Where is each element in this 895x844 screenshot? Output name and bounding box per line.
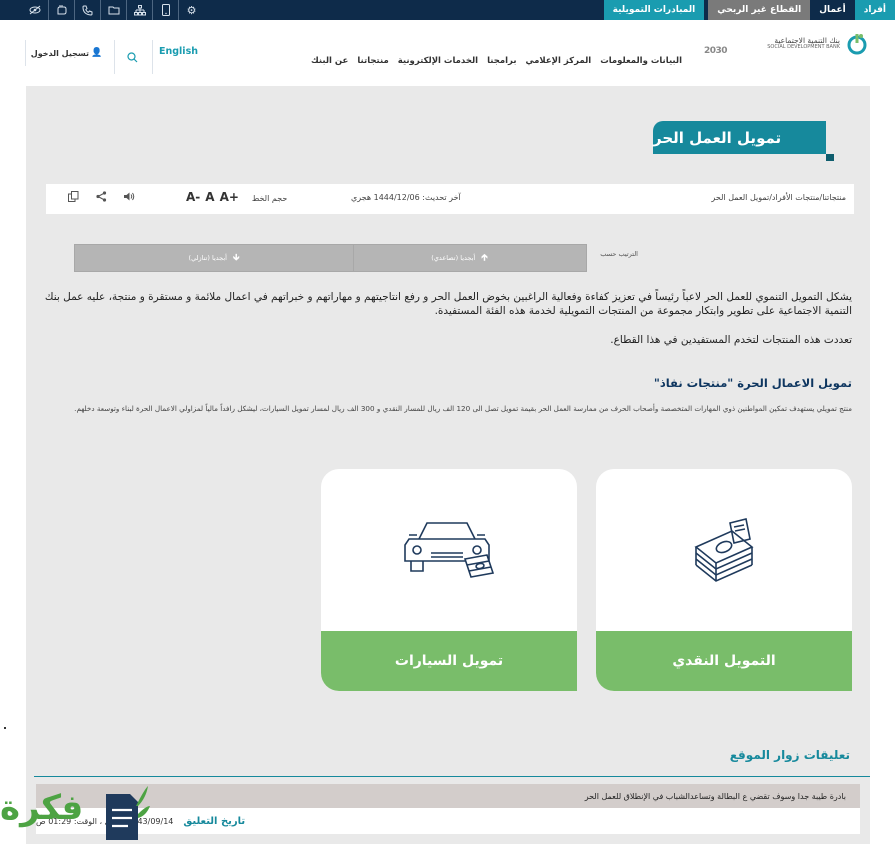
car-financing-card[interactable]: تمويل السيارات xyxy=(321,469,577,691)
card-footer: التمويل النقدي xyxy=(596,631,852,691)
font-decrease-button[interactable]: A- xyxy=(186,190,200,204)
nav-media-center[interactable]: المركز الإعلامي xyxy=(526,56,592,66)
car-financing-label: تمويل السيارات xyxy=(394,653,504,669)
main-nav: عن البنك منتجاتنا الخدمات الإلكترونية بر… xyxy=(311,56,682,66)
intro-paragraph-2: تعددت هذه المنتجات لتخدم المستفيدين في ه… xyxy=(610,334,852,346)
mobile-icon[interactable] xyxy=(152,0,178,20)
page-toolbar: منتجاتنا/منتجات الأفراد/تمويل العمل الحر… xyxy=(46,184,854,214)
login-button[interactable]: 👤 تسجيل الدخول xyxy=(25,40,107,66)
tab-financing-initiatives[interactable]: المبادرات التمويلية xyxy=(603,0,705,20)
search-icon xyxy=(127,51,138,62)
vision-2030-logo: 2030 xyxy=(703,46,728,56)
comment-meta: تاريخ التعليق 1443/09/14 هجري ، الوقت: 0… xyxy=(36,808,860,834)
logo-name-en: SOCIAL DEVELOPMENT BANK xyxy=(767,44,840,51)
section-title: تمويل الاعمال الحرة "منتجات نفاذ" xyxy=(653,376,852,390)
sort-label: الترتيب حسب xyxy=(600,250,638,258)
user-icon: 👤 xyxy=(91,48,103,58)
comment-date-label: تاريخ التعليق xyxy=(183,815,246,827)
content-panel: تمويل العمل الحر منتجاتنا/منتجات الأفراد… xyxy=(26,86,870,844)
tab-afrad[interactable]: أفراد xyxy=(854,0,895,20)
arrow-up-icon: 🡱 xyxy=(481,253,488,263)
nav-data-information[interactable]: البيانات والمعلومات xyxy=(600,56,682,66)
sort-ascending-label: أبجديا (تصاعدي) xyxy=(431,254,476,262)
gear-icon[interactable]: ⚙ xyxy=(178,0,204,20)
font-size-controls: A- A A+ حجم الخط xyxy=(186,190,287,204)
login-label: تسجيل الدخول xyxy=(30,48,89,58)
cash-financing-card[interactable]: التمويل النقدي xyxy=(596,469,852,691)
site-header: بنك التنمية الاجتماعية SOCIAL DEVELOPMEN… xyxy=(0,20,895,86)
font-size-label: حجم الخط xyxy=(251,194,288,203)
breadcrumb[interactable]: منتجاتنا/منتجات الأفراد/تمويل العمل الحر xyxy=(711,193,846,202)
cash-financing-label: التمويل النقدي xyxy=(672,653,776,669)
last-updated: آخر تحديث: 1444/12/06 هجري xyxy=(351,193,461,202)
stray-dot xyxy=(4,727,6,729)
font-increase-button[interactable]: A+ xyxy=(220,190,239,204)
nav-e-services[interactable]: الخدمات الإلكترونية xyxy=(398,56,478,66)
sort-ascending-button[interactable]: 🡱 أبجديا (تصاعدي) xyxy=(332,244,587,272)
accessibility-icons: ⚙ xyxy=(22,0,204,20)
comments-title: تعليقات زوار الموقع xyxy=(729,748,850,762)
watermark-logo: فكرة xyxy=(0,782,152,844)
sign-language-icon[interactable] xyxy=(48,0,74,20)
sort-descending-label: أبجديا (تنازلي) xyxy=(188,254,227,262)
comment-item: بادرة طيبة جدا وسوف تقضي ع البطالة وتساع… xyxy=(36,784,860,808)
copy-icon[interactable] xyxy=(66,191,80,205)
font-reset-button[interactable]: A xyxy=(205,190,214,204)
document-leaf-icon xyxy=(106,786,150,840)
eye-slash-icon[interactable] xyxy=(22,0,48,20)
section-description: منتج تمويلي يستهدف تمكين المواطنين ذوي ا… xyxy=(74,404,852,413)
logo-text: بنك التنمية الاجتماعية SOCIAL DEVELOPMEN… xyxy=(767,36,840,51)
car-money-icon xyxy=(321,469,577,631)
money-stack-icon xyxy=(596,469,852,631)
sort-descending-button[interactable]: 🡳 أبجديا (تنازلي) xyxy=(74,244,354,272)
tab-non-profit[interactable]: القطاع غير الربحي xyxy=(708,0,811,20)
card-footer: تمويل السيارات xyxy=(321,631,577,691)
logo-mark-icon xyxy=(845,32,869,56)
nav-about-bank[interactable]: عن البنك xyxy=(311,56,348,66)
share-icon[interactable] xyxy=(94,191,108,205)
nav-products[interactable]: منتجاتنا xyxy=(357,56,388,66)
folder-icon[interactable] xyxy=(100,0,126,20)
page-title: تمويل العمل الحر xyxy=(653,128,782,147)
intro-paragraph: يشكل التمويل التنموي للعمل الحر لاعباً ر… xyxy=(44,291,852,317)
phone-icon[interactable] xyxy=(74,0,100,20)
comments-divider xyxy=(34,776,870,777)
tab-aamal[interactable]: أعمال xyxy=(810,0,855,20)
sector-tabs: أفراد أعمال القطاع غير الربحي المبادرات … xyxy=(603,0,895,20)
page-title-tab: تمويل العمل الحر xyxy=(653,121,834,161)
nav-programs[interactable]: برامجنا xyxy=(487,56,516,66)
comment-text: بادرة طيبة جدا وسوف تقضي ع البطالة وتساع… xyxy=(584,791,846,801)
sitemap-icon[interactable] xyxy=(126,0,152,20)
watermark-text: فكرة xyxy=(0,788,84,828)
bank-logo[interactable]: بنك التنمية الاجتماعية SOCIAL DEVELOPMEN… xyxy=(767,32,869,56)
speaker-icon[interactable] xyxy=(122,191,136,205)
page-tools xyxy=(66,191,136,205)
search-button[interactable] xyxy=(114,40,150,74)
top-bar: ⚙ أفراد أعمال القطاع غير الربحي المبادرا… xyxy=(0,0,895,20)
language-switch[interactable]: English xyxy=(152,40,198,74)
arrow-down-icon: 🡳 xyxy=(233,253,240,263)
